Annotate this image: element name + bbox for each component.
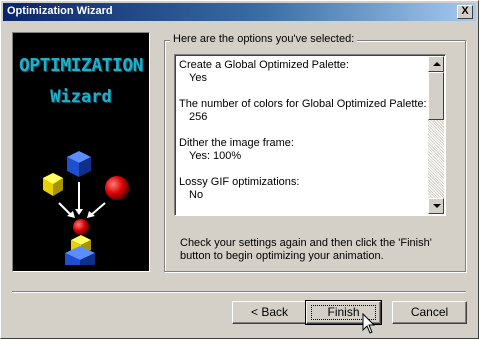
list-item: Create a Global Optimized Palette: Yes (179, 59, 427, 85)
scroll-up-button[interactable] (428, 56, 444, 72)
side-title-line1: OPTIMIZATION (18, 55, 144, 76)
vertical-scrollbar[interactable] (428, 56, 444, 214)
scroll-down-button[interactable] (428, 198, 444, 214)
cancel-button[interactable]: Cancel (392, 301, 467, 324)
instructions-text: Check your settings again and then click… (180, 237, 432, 262)
window-title: Optimization Wizard (7, 5, 113, 17)
list-item: Dither the image frame: Yes: 100% (179, 137, 427, 163)
mouse-pointer-icon (362, 313, 376, 334)
option-value: No (189, 189, 204, 201)
arrows (58, 182, 106, 218)
list-item: Lossy GIF optimizations: No (179, 176, 427, 202)
option-label: Lossy GIF optimizations: (179, 176, 300, 188)
options-group-label: Here are the options you've selected: (170, 33, 358, 45)
option-value: Yes: 100% (189, 150, 242, 162)
title-bar[interactable]: Optimization Wizard X (3, 3, 476, 21)
scroll-down-icon (433, 204, 441, 208)
back-button-label: < Back (250, 305, 289, 319)
list-item: The number of colors for Global Optimize… (179, 98, 427, 124)
yellow-gem-left (43, 173, 63, 196)
blue-cube-top (67, 151, 91, 177)
red-ball-stack (73, 219, 89, 235)
scroll-thumb[interactable] (428, 72, 444, 120)
button-separator (12, 291, 466, 293)
option-value: 256 (189, 111, 208, 123)
close-icon: X (461, 5, 469, 17)
red-ball-right (105, 176, 129, 200)
option-value: Yes (189, 72, 207, 84)
close-button[interactable]: X (457, 5, 473, 19)
cancel-button-label: Cancel (410, 305, 449, 319)
wizard-illustration (43, 151, 129, 265)
back-button[interactable]: < Back (232, 301, 307, 324)
selected-options-list[interactable]: Create a Global Optimized Palette: Yes T… (174, 54, 446, 216)
scroll-up-icon (433, 62, 441, 66)
option-label: Dither the image frame: (179, 137, 294, 149)
finish-button-label: Finish (327, 305, 360, 319)
option-label: Create a Global Optimized Palette: (179, 59, 349, 71)
wizard-side-image: OPTIMIZATION Wizard (12, 32, 150, 272)
option-label: The number of colors for Global Optimize… (179, 98, 427, 110)
side-title-line2: Wizard (50, 87, 112, 107)
options-list-content: Create a Global Optimized Palette: Yes T… (179, 59, 427, 215)
